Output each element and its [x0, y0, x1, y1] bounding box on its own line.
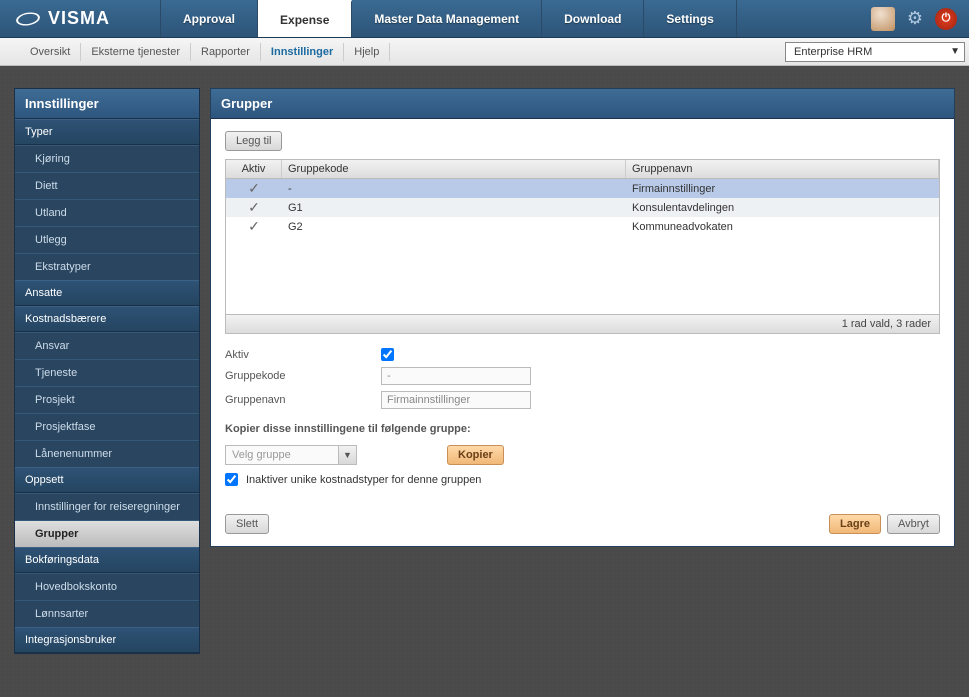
tab-download[interactable]: Download — [542, 0, 644, 37]
sidebar-item-utlegg[interactable]: Utlegg — [15, 226, 199, 253]
copy-header: Kopier disse innstillingene til følgende… — [225, 423, 940, 435]
table-row[interactable]: ✓ -Firmainnstillinger — [226, 179, 939, 198]
sidebar-header-bokføringsdata[interactable]: Bokføringsdata — [15, 547, 199, 573]
sidebar-item-prosjekt[interactable]: Prosjekt — [15, 386, 199, 413]
col-header-aktiv[interactable]: Aktiv — [226, 160, 282, 178]
sidebar-item-ansvar[interactable]: Ansvar — [15, 332, 199, 359]
delete-button[interactable]: Slett — [225, 514, 269, 534]
copy-group-dropdown[interactable]: Velg gruppe ▼ — [225, 445, 357, 465]
navn-label: Gruppenavn — [225, 394, 381, 406]
sidebar-header-typer[interactable]: Typer — [15, 119, 199, 145]
subtab-hjelp[interactable]: Hjelp — [344, 43, 390, 61]
grid-footer: 1 rad vald, 3 rader — [226, 314, 939, 333]
add-button[interactable]: Legg til — [225, 131, 282, 151]
dropdown-caret-icon: ▼ — [338, 446, 356, 464]
kode-label: Gruppekode — [225, 370, 381, 382]
check-icon: ✓ — [248, 199, 260, 215]
sidebar-item-prosjektfase[interactable]: Prosjektfase — [15, 413, 199, 440]
cell-navn: Kommuneadvokaten — [626, 220, 939, 234]
subtab-rapporter[interactable]: Rapporter — [191, 43, 261, 61]
subtab-eksterne-tjenester[interactable]: Eksterne tjenester — [81, 43, 191, 61]
kode-input[interactable] — [381, 367, 531, 385]
save-button[interactable]: Lagre — [829, 514, 881, 534]
inactivate-checkbox[interactable] — [225, 473, 238, 486]
copy-section: Kopier disse innstillingene til følgende… — [225, 423, 940, 486]
table-row[interactable]: ✓ G2Kommuneadvokaten — [226, 217, 939, 236]
settings-gear-icon[interactable]: ⚙ — [903, 7, 927, 31]
sidebar-item-utland[interactable]: Utland — [15, 199, 199, 226]
copy-button[interactable]: Kopier — [447, 445, 504, 465]
content-panel: Grupper Legg til Aktiv Gruppekode Gruppe… — [210, 88, 955, 547]
check-icon: ✓ — [248, 218, 260, 234]
dropdown-arrow-icon: ▼ — [950, 46, 960, 57]
cancel-button[interactable]: Avbryt — [887, 514, 940, 534]
tab-master-data-management[interactable]: Master Data Management — [352, 0, 542, 37]
subtab-innstillinger[interactable]: Innstillinger — [261, 43, 344, 61]
inactivate-label: Inaktiver unike kostnadstyper for denne … — [246, 474, 481, 486]
check-icon: ✓ — [248, 180, 260, 196]
sidebar-item-hovedbokskonto[interactable]: Hovedbokskonto — [15, 573, 199, 600]
table-row[interactable]: ✓ G1Konsulentavdelingen — [226, 198, 939, 217]
logo-text: VISMA — [48, 8, 110, 29]
content-title: Grupper — [211, 89, 954, 119]
sidebar: Innstillinger TyperKjøringDiettUtlandUtl… — [14, 88, 200, 654]
logo: VISMA — [0, 0, 160, 37]
context-dropdown-value: Enterprise HRM — [794, 46, 872, 58]
cell-kode: - — [282, 182, 626, 196]
sidebar-header-integrasjonsbruker[interactable]: Integrasjonsbruker — [15, 627, 199, 653]
top-nav: ApprovalExpenseMaster Data ManagementDow… — [160, 0, 737, 37]
cell-kode: G1 — [282, 201, 626, 215]
aktiv-label: Aktiv — [225, 349, 381, 361]
sidebar-header-oppsett[interactable]: Oppsett — [15, 467, 199, 493]
sub-nav: OversiktEksterne tjenesterRapporterInnst… — [20, 43, 390, 61]
footer-buttons: Slett Lagre Avbryt — [225, 514, 940, 534]
copy-group-value: Velg gruppe — [226, 449, 338, 461]
context-dropdown[interactable]: Enterprise HRM ▼ — [785, 42, 965, 62]
topbar: VISMA ApprovalExpenseMaster Data Managem… — [0, 0, 969, 38]
sidebar-item-tjeneste[interactable]: Tjeneste — [15, 359, 199, 386]
tab-expense[interactable]: Expense — [258, 0, 352, 37]
sidebar-item-kjøring[interactable]: Kjøring — [15, 145, 199, 172]
sidebar-title: Innstillinger — [15, 89, 199, 119]
sidebar-header-ansatte[interactable]: Ansatte — [15, 280, 199, 306]
sidebar-item-innstillinger-for-reiseregninger[interactable]: Innstillinger for reiseregninger — [15, 493, 199, 520]
sidebar-item-diett[interactable]: Diett — [15, 172, 199, 199]
topbar-right: ⚙ ⏻ — [871, 0, 969, 37]
home-icon[interactable] — [871, 7, 895, 31]
aktiv-checkbox[interactable] — [381, 348, 394, 361]
cell-navn: Firmainnstillinger — [626, 182, 939, 196]
tab-settings[interactable]: Settings — [644, 0, 736, 37]
tab-approval[interactable]: Approval — [161, 0, 258, 37]
group-grid: Aktiv Gruppekode Gruppenavn ✓ -Firmainnst… — [225, 159, 940, 334]
cell-kode: G2 — [282, 220, 626, 234]
sidebar-item-lønnsarter[interactable]: Lønnsarter — [15, 600, 199, 627]
subbar: OversiktEksterne tjenesterRapporterInnst… — [0, 38, 969, 66]
cell-navn: Konsulentavdelingen — [626, 201, 939, 215]
col-header-kode[interactable]: Gruppekode — [282, 160, 626, 178]
logo-swirl-icon — [15, 10, 41, 27]
detail-form: Aktiv Gruppekode Gruppenavn — [225, 348, 940, 409]
sidebar-item-ekstratyper[interactable]: Ekstratyper — [15, 253, 199, 280]
navn-input[interactable] — [381, 391, 531, 409]
sidebar-item-grupper[interactable]: Grupper — [15, 520, 199, 547]
grid-header: Aktiv Gruppekode Gruppenavn — [226, 160, 939, 179]
power-icon[interactable]: ⏻ — [935, 8, 957, 30]
sidebar-item-lånenenummer[interactable]: Lånenenummer — [15, 440, 199, 467]
col-header-navn[interactable]: Gruppenavn — [626, 160, 939, 178]
subtab-oversikt[interactable]: Oversikt — [20, 43, 81, 61]
sidebar-header-kostnadsbærere[interactable]: Kostnadsbærere — [15, 306, 199, 332]
